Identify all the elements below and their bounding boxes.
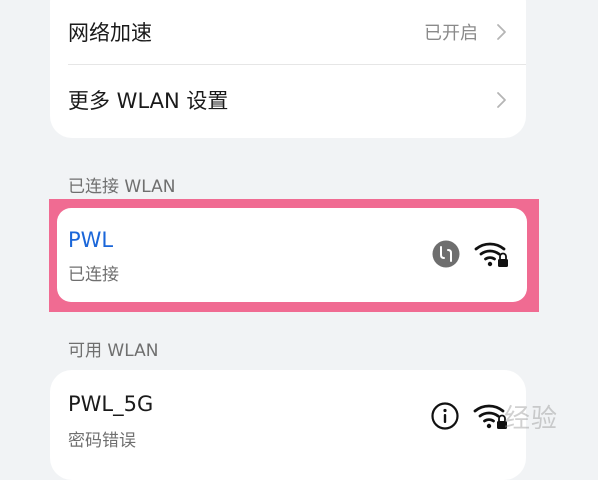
chevron-right-icon (497, 24, 506, 40)
watermark: 经验 (503, 404, 558, 434)
divider (68, 64, 526, 65)
network-name: PWL (68, 228, 114, 252)
wifi-locked-icon (474, 242, 508, 267)
connected-network-item[interactable]: PWL 已连接 (57, 208, 527, 302)
settings-card: 网络加速 已开启 更多 WLAN 设置 (50, 0, 526, 138)
network-status: 已连接 (68, 265, 119, 285)
chevron-right-icon (497, 92, 506, 108)
network-name: PWL_5G (68, 392, 154, 416)
available-network-item[interactable]: PWL_5G 密码错误 (50, 370, 526, 452)
huawei-share-icon[interactable] (432, 240, 460, 268)
network-accel-row[interactable]: 网络加速 已开启 (50, 0, 526, 66)
network-status: 密码错误 (68, 431, 136, 451)
info-icon[interactable] (431, 402, 459, 430)
connected-wlan-section-title: 已连接 WLAN (68, 177, 176, 197)
available-networks-card: PWL_5G 密码错误 (50, 370, 526, 480)
network-accel-label: 网络加速 (68, 21, 152, 45)
available-wlan-section-title: 可用 WLAN (68, 341, 159, 361)
more-wlan-settings-label: 更多 WLAN 设置 (68, 89, 229, 113)
network-accel-value: 已开启 (424, 23, 478, 44)
more-wlan-settings-row[interactable]: 更多 WLAN 设置 (50, 66, 526, 134)
